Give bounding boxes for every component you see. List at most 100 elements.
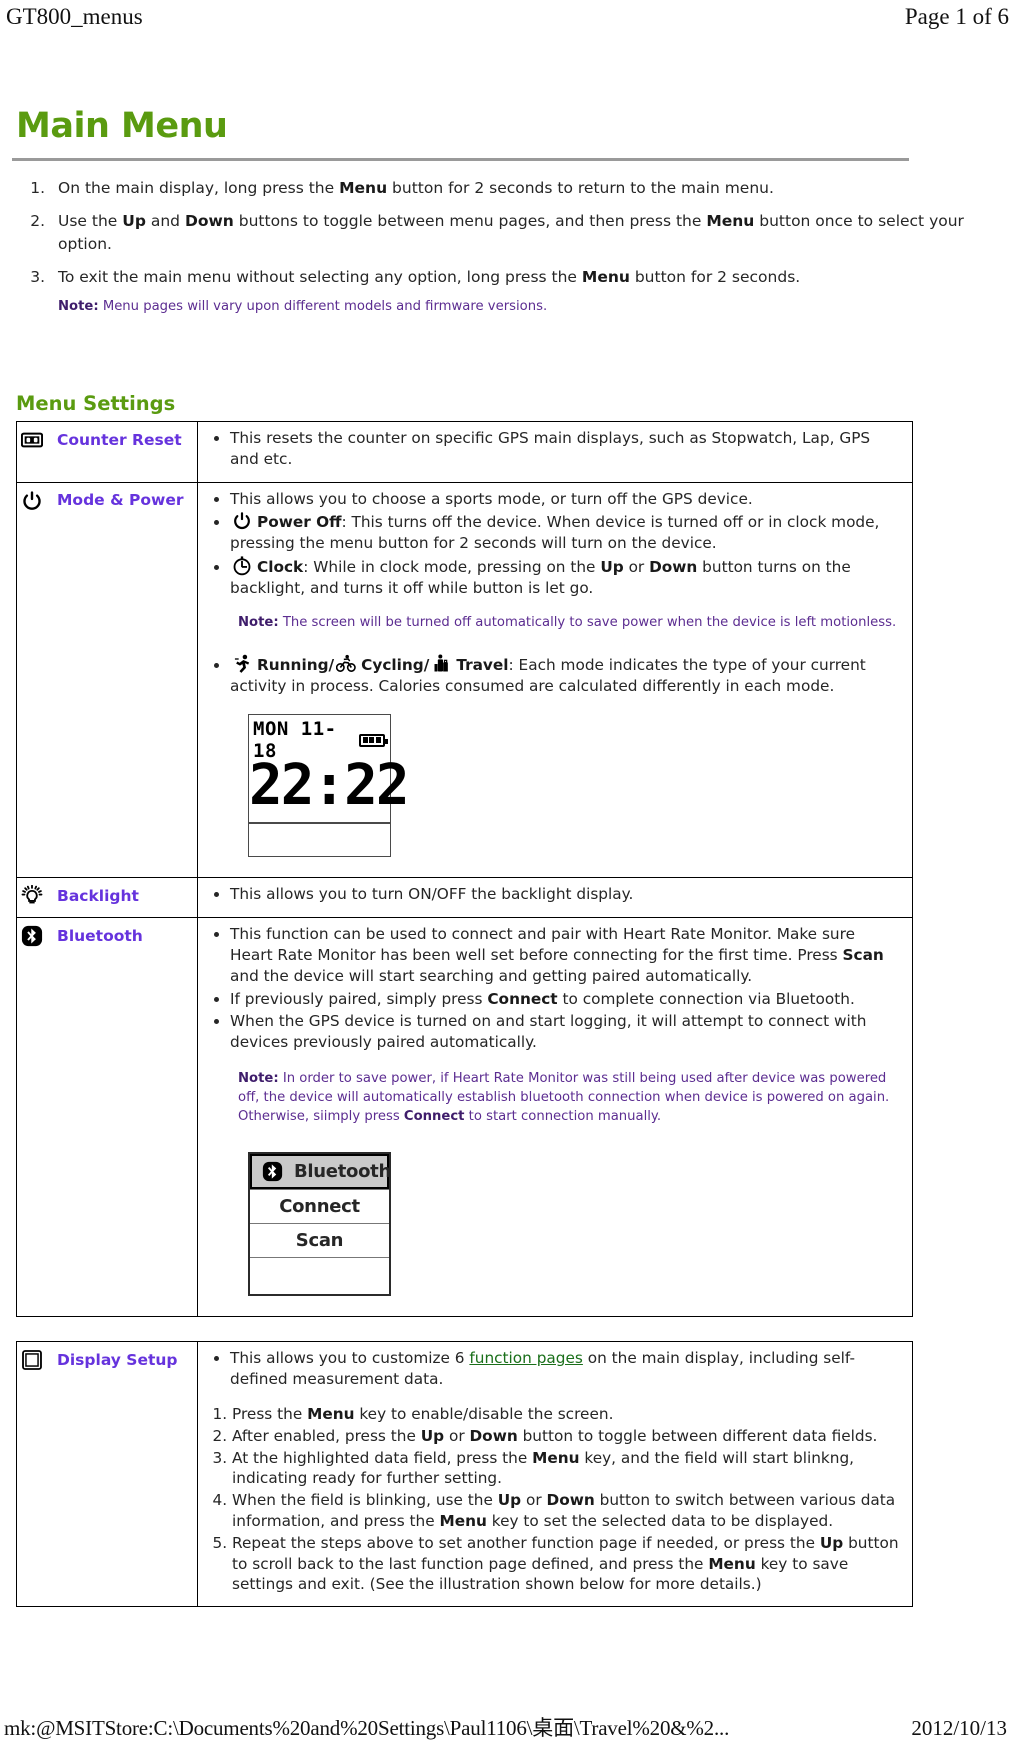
bluetooth-icon bbox=[262, 1161, 283, 1182]
counter-00-icon bbox=[20, 429, 43, 451]
print-date: 2012/10/13 bbox=[911, 1716, 1007, 1740]
settings-bullet: Clock: While in clock mode, pressing on … bbox=[230, 556, 902, 599]
settings-icon-slot bbox=[21, 1348, 45, 1372]
emphasis-text: Menu bbox=[307, 1404, 355, 1423]
emphasis-text: Connect bbox=[403, 1109, 465, 1125]
body-text: or bbox=[623, 558, 650, 576]
settings-icon-slot bbox=[21, 884, 45, 908]
settings-label-row: Counter Reset bbox=[20, 428, 193, 452]
lcd-menu-item-empty bbox=[250, 1257, 389, 1294]
lcd-clock-preview: MON 11-18 22:22 bbox=[248, 714, 410, 858]
lcd-menu-item[interactable]: Scan bbox=[250, 1223, 389, 1257]
emphasis-text: Running/ bbox=[257, 655, 335, 674]
function-pages-link[interactable]: function pages bbox=[469, 1349, 583, 1367]
settings-content-cell: This allows you to customize 6 function … bbox=[197, 1341, 913, 1608]
settings-label-bluetooth[interactable]: Bluetooth bbox=[51, 927, 143, 946]
display-square-icon bbox=[21, 1349, 43, 1371]
lcd-menu-header-label: Bluetooth bbox=[294, 1161, 391, 1183]
settings-content-cell: This resets the counter on specific GPS … bbox=[197, 421, 913, 483]
settings-label-row: Mode & Power bbox=[21, 489, 193, 513]
note-text: The screen will be turned off automatica… bbox=[278, 614, 897, 630]
settings-icon-slot bbox=[21, 924, 45, 948]
settings-content-cell: This allows you to choose a sports mode,… bbox=[197, 481, 913, 879]
display-setup-steps: Press the Menu key to enable/disable the… bbox=[202, 1404, 902, 1595]
settings-label-mode-and-power[interactable]: Mode & Power bbox=[51, 491, 183, 510]
settings-label-cell: Backlight bbox=[16, 877, 198, 919]
display-setup-step: At the highlighted data field, press the… bbox=[232, 1448, 902, 1490]
settings-icon-slot bbox=[21, 489, 45, 513]
print-footer: mk:@MSITStore:C:\Documents%20and%20Setti… bbox=[0, 1712, 1015, 1742]
body-text: key to set the selected data to be displ… bbox=[486, 1511, 834, 1530]
emphasis-text: Menu bbox=[532, 1448, 580, 1467]
bluetooth-icon bbox=[21, 925, 43, 947]
emphasis-text: Menu bbox=[439, 1511, 487, 1530]
body-text: This allows you to choose a sports mode,… bbox=[230, 489, 753, 508]
settings-label-cell: Counter Reset bbox=[16, 421, 198, 483]
settings-content-cell: This function can be used to connect and… bbox=[197, 917, 913, 1318]
note-label: Note: bbox=[58, 298, 99, 314]
body-text: On the main display, long press the bbox=[58, 179, 340, 197]
body-text: button for 2 seconds to return to the ma… bbox=[387, 179, 774, 197]
body-text: Use the bbox=[58, 212, 123, 231]
emphasis-text: Connect bbox=[487, 989, 558, 1008]
body-text: After enabled, press the bbox=[232, 1426, 421, 1445]
clock-icon bbox=[232, 556, 252, 576]
settings-bullet: Running/ Cycling/ Travel: Each mode indi… bbox=[230, 654, 902, 697]
body-text: to start connection manually. bbox=[464, 1109, 662, 1125]
emphasis-text: Down bbox=[546, 1491, 595, 1510]
body-text: to complete connection via Bluetooth. bbox=[557, 989, 855, 1008]
title-divider bbox=[12, 158, 909, 161]
main-menu-step: To exit the main menu without selecting … bbox=[50, 266, 1003, 288]
power-icon bbox=[21, 490, 43, 512]
lightbulb-icon bbox=[21, 885, 43, 907]
body-text: or bbox=[521, 1491, 547, 1510]
lcd-menu-header: Bluetooth bbox=[250, 1154, 391, 1190]
settings-label-cell: Mode & Power bbox=[16, 481, 198, 879]
settings-label-cell: Display Setup bbox=[16, 1341, 198, 1608]
body-text: This resets the counter on specific GPS … bbox=[230, 429, 871, 468]
settings-row-bluetooth: Bluetooth This function can be used to co… bbox=[16, 917, 913, 1318]
emphasis-text: Up bbox=[122, 212, 146, 231]
emphasis-text: Up bbox=[497, 1491, 522, 1510]
settings-label-row: Display Setup bbox=[21, 1348, 193, 1372]
note-label: Note: bbox=[238, 614, 279, 630]
emphasis-text: Menu bbox=[581, 268, 630, 287]
body-text: This allows you to customize 6 bbox=[230, 1349, 470, 1368]
settings-bullet: This allows you to turn ON/OFF the backl… bbox=[230, 884, 902, 905]
emphasis-text: Scan bbox=[842, 945, 884, 964]
settings-label-counter-reset[interactable]: Counter Reset bbox=[51, 431, 182, 450]
settings-label-backlight[interactable]: Backlight bbox=[51, 887, 139, 906]
section-title-menu-settings: Menu Settings bbox=[16, 392, 176, 416]
body-text: Press the bbox=[232, 1404, 308, 1423]
body-text: button to toggle between different data … bbox=[517, 1426, 878, 1445]
display-setup-step: When the field is blinking, use the Up o… bbox=[232, 1490, 902, 1532]
emphasis-text: Menu bbox=[706, 212, 755, 231]
body-text: button for 2 seconds. bbox=[629, 268, 801, 287]
emphasis-text: Up bbox=[420, 1426, 445, 1445]
body-text: and bbox=[145, 212, 185, 231]
body-text: When the field is blinking, use the bbox=[232, 1491, 498, 1510]
body-text: At the highlighted data field, press the bbox=[232, 1448, 533, 1467]
settings-bullet: This resets the counter on specific GPS … bbox=[230, 428, 902, 470]
source-url: mk:@MSITStore:C:\Documents%20and%20Setti… bbox=[4, 1716, 730, 1740]
lcd-menu-item[interactable]: Connect bbox=[250, 1189, 389, 1223]
note-main: Note: Menu pages will vary upon differen… bbox=[58, 297, 1003, 316]
lcd-time: 22:22 bbox=[249, 753, 410, 819]
settings-bullet: This allows you to choose a sports mode,… bbox=[230, 489, 902, 510]
note-block: Note: The screen will be turned off auto… bbox=[238, 613, 902, 632]
display-setup-step: Repeat the steps above to set another fu… bbox=[232, 1533, 902, 1595]
main-menu-step: Use the Up and Down buttons to toggle be… bbox=[50, 210, 1003, 255]
settings-row-mode-and-power: Mode & Power This allows you to choose a … bbox=[16, 481, 913, 879]
settings-bullet-list-secondary: Running/ Cycling/ Travel: Each mode indi… bbox=[202, 654, 902, 697]
battery-full-icon bbox=[359, 733, 388, 747]
body-text: To exit the main menu without selecting … bbox=[58, 268, 582, 287]
settings-bullet: When the GPS device is turned on and sta… bbox=[230, 1011, 902, 1053]
settings-row-backlight: Backlight This allows you to turn ON/OFF … bbox=[16, 877, 913, 919]
settings-label-cell: Bluetooth bbox=[16, 917, 198, 1318]
settings-bullet-list: This allows you to choose a sports mode,… bbox=[202, 489, 902, 599]
note-text: Menu pages will vary upon different mode… bbox=[98, 298, 548, 314]
settings-bullet-list: This resets the counter on specific GPS … bbox=[202, 428, 902, 470]
body-text: Repeat the steps above to set another fu… bbox=[232, 1533, 820, 1552]
body-text: and the device will start searching and … bbox=[230, 966, 753, 985]
settings-label-display-setup[interactable]: Display Setup bbox=[51, 1351, 178, 1370]
